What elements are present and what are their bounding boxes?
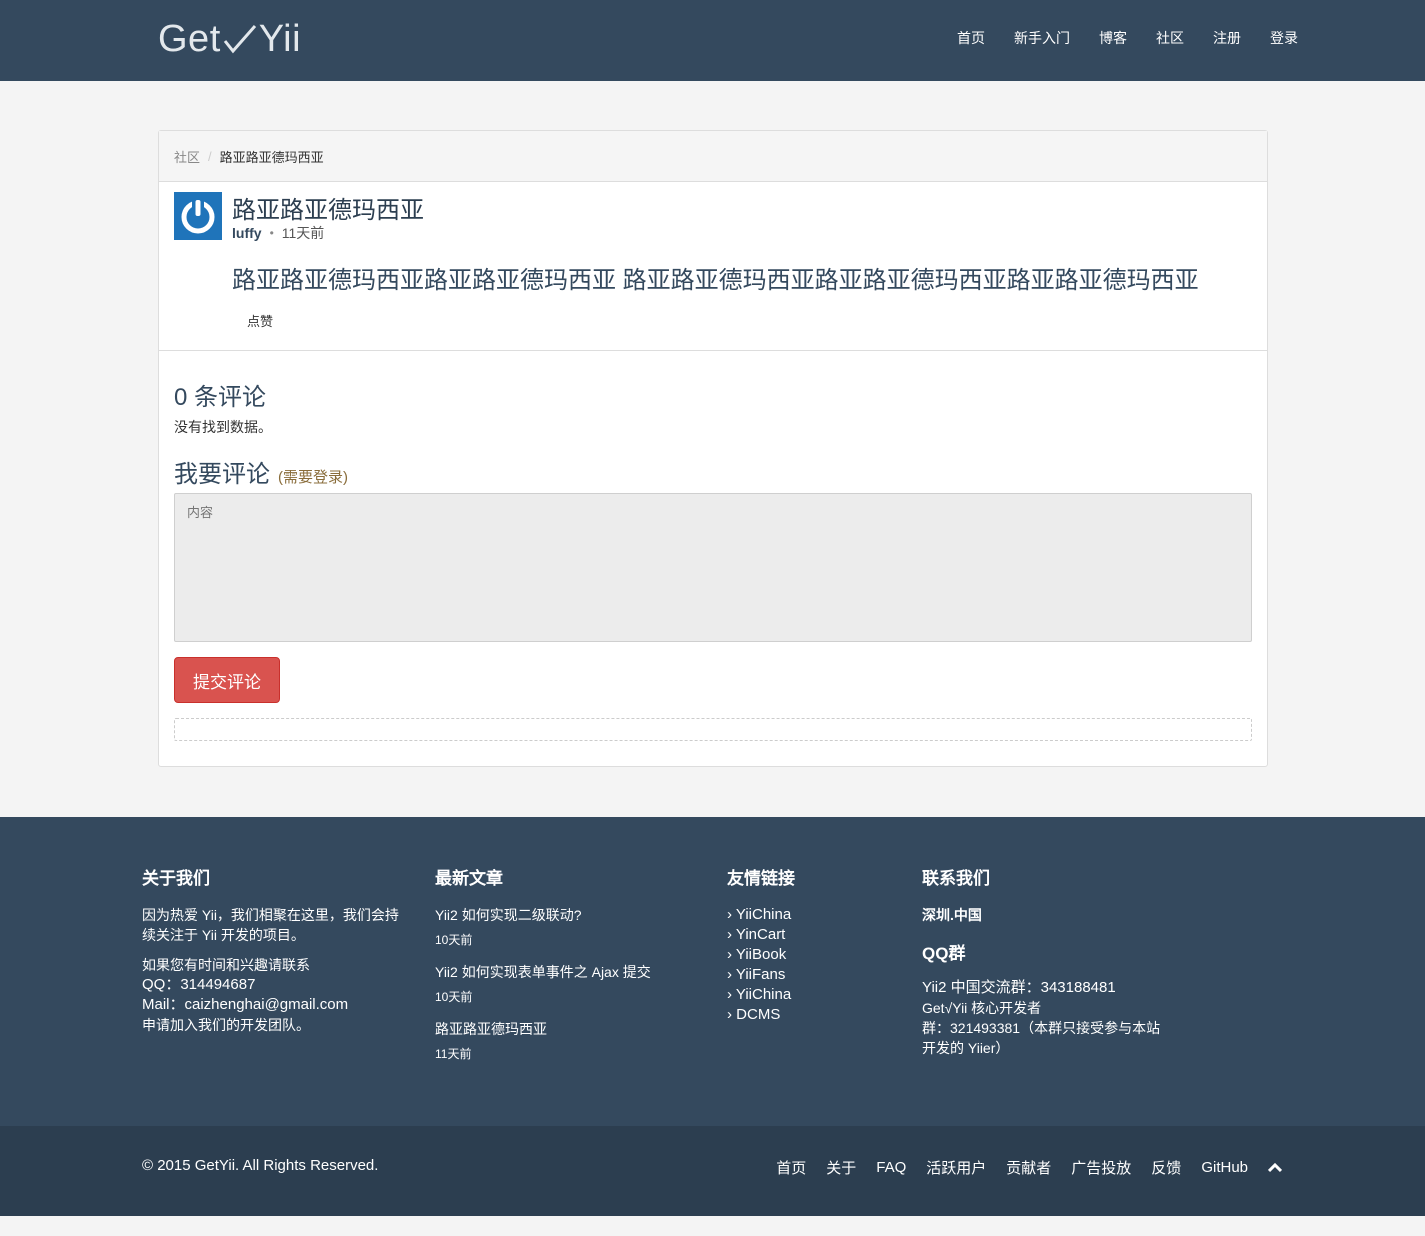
bottom-nav-about[interactable]: 关于 xyxy=(826,1157,856,1178)
footer-contact-title: 联系我们 xyxy=(922,869,990,888)
footer-city: 深圳.中国 xyxy=(922,907,982,923)
navbar: Get Yii 首页 新手入门 博客 社区 注册 登录 xyxy=(0,0,1425,81)
topic-body: 路亚路亚德玛西亚路亚路亚德玛西亚 路亚路亚德玛西亚路亚路亚德玛西亚路亚路亚德玛西… xyxy=(232,267,1199,294)
brand-text-left: Get xyxy=(158,17,221,60)
topic-post: 路亚路亚德玛西亚 luffy • 11天前 路亚路亚德玛西亚路亚路亚德玛西亚 路… xyxy=(159,182,1267,351)
bottom-nav-faq[interactable]: FAQ xyxy=(876,1159,906,1176)
footer-about-title: 关于我们 xyxy=(142,869,210,888)
latest-article: Yii2 如何实现表单事件之 Ajax 提交 10天前 xyxy=(435,962,715,1005)
footer-latest-title: 最新文章 xyxy=(435,869,503,888)
meta-dot: • xyxy=(269,226,274,240)
footer-latest: 最新文章 Yii2 如何实现二级联动? 10天前 Yii2 如何实现表单事件之 … xyxy=(435,864,715,1076)
footer: 关于我们 因为热爱 Yii，我们相聚在这里，我们会持续关注于 Yii 开发的项目… xyxy=(0,817,1425,1126)
friend-link[interactable]: › YinCart xyxy=(727,925,907,945)
nav-login[interactable]: 登录 xyxy=(1270,28,1298,48)
comments-count: 0 条评论 xyxy=(174,384,267,411)
bottom-nav-contributors[interactable]: 贡献者 xyxy=(1006,1157,1051,1178)
footer-contact-line: 如果您有时间和兴趣请联系 xyxy=(142,957,310,973)
footer-qq-title: QQ群 xyxy=(922,944,966,963)
chevron-up-icon[interactable] xyxy=(1268,1162,1282,1173)
login-hint-link[interactable]: (需要登录) xyxy=(278,466,348,487)
bottom-nav: 首页 关于 FAQ 活跃用户 贡献者 广告投放 反馈 GitHub xyxy=(756,1157,1282,1178)
nav-blog[interactable]: 博客 xyxy=(1099,28,1127,48)
copyright: © 2015 GetYii. All Rights Reserved. xyxy=(142,1157,379,1174)
nav-community[interactable]: 社区 xyxy=(1156,28,1184,48)
write-comment-title: 我要评论 (需要登录) xyxy=(174,454,348,489)
footer-contact: 联系我们 深圳.中国 QQ群 Yii2 中国交流群：343188481 Get√… xyxy=(922,864,1192,1058)
footer-join: 申请加入我们的开发团队。 xyxy=(142,1017,310,1033)
breadcrumb-separator: / xyxy=(208,148,212,164)
topic-panel: 社区 / 路亚路亚德玛西亚 路亚路亚德玛西亚 luffy • 11天前 路亚路亚… xyxy=(158,130,1268,767)
footer-qq: QQ：314494687 xyxy=(142,976,256,993)
bottom-nav-ads[interactable]: 广告投放 xyxy=(1071,1157,1131,1178)
bottom-nav-feedback[interactable]: 反馈 xyxy=(1151,1157,1181,1178)
nav-home[interactable]: 首页 xyxy=(957,28,985,48)
breadcrumb-community[interactable]: 社区 xyxy=(174,147,200,166)
footer-mail: Mail：caizhenghai@gmail.com xyxy=(142,996,349,1013)
latest-article-link[interactable]: Yii2 如何实现二级联动? xyxy=(435,905,715,925)
post-time: 11天前 xyxy=(281,225,325,241)
friend-link[interactable]: › YiiBook xyxy=(727,945,907,965)
topic-meta: luffy • 11天前 xyxy=(232,223,324,243)
footer-about-text: 因为热爱 Yii，我们相聚在这里，我们会持续关注于 Yii 开发的项目。 xyxy=(142,907,399,943)
brand-text-right: Yii xyxy=(258,17,302,60)
nav-getting-started[interactable]: 新手入门 xyxy=(1014,28,1070,48)
main-nav: 首页 新手入门 博客 社区 注册 登录 xyxy=(928,28,1298,48)
bottom-bar: © 2015 GetYii. All Rights Reserved. 首页 关… xyxy=(0,1126,1425,1216)
author-link[interactable]: luffy xyxy=(232,225,262,241)
power-icon xyxy=(181,198,215,234)
brand-logo[interactable]: Get Yii xyxy=(158,16,301,62)
latest-article-time: 10天前 xyxy=(435,933,473,947)
comment-preview xyxy=(174,718,1252,741)
checkmark-icon xyxy=(223,24,257,54)
latest-article-time: 10天前 xyxy=(435,990,473,1004)
breadcrumb-current: 路亚路亚德玛西亚 xyxy=(219,149,324,165)
latest-article-link[interactable]: 路亚路亚德玛西亚 xyxy=(435,1019,715,1039)
comments-empty: 没有找到数据。 xyxy=(174,419,272,435)
friend-link[interactable]: › DCMS xyxy=(727,1005,907,1025)
latest-article: 路亚路亚德玛西亚 11天前 xyxy=(435,1019,715,1062)
footer-links: 友情链接 › YiiChina › YinCart › YiiBook › Yi… xyxy=(727,864,907,1025)
latest-article-link[interactable]: Yii2 如何实现表单事件之 Ajax 提交 xyxy=(435,962,715,982)
bottom-nav-github[interactable]: GitHub xyxy=(1201,1159,1248,1176)
bottom-nav-home[interactable]: 首页 xyxy=(776,1157,806,1178)
avatar[interactable] xyxy=(174,192,222,240)
footer-about: 关于我们 因为热爱 Yii，我们相聚在这里，我们会持续关注于 Yii 开发的项目… xyxy=(142,864,412,1035)
like-button[interactable]: 点赞 xyxy=(247,311,273,330)
footer-qq-group: Yii2 中国交流群：343188481 xyxy=(922,979,1116,996)
footer-core-group: 群：321493381（本群只接受参与本站 xyxy=(922,1020,1161,1036)
friend-link[interactable]: › YiiChina xyxy=(727,985,907,1005)
topic-title: 路亚路亚德玛西亚 xyxy=(232,197,424,224)
write-comment-label: 我要评论 xyxy=(174,461,270,488)
bottom-nav-active-users[interactable]: 活跃用户 xyxy=(926,1157,986,1178)
breadcrumb: 社区 / 路亚路亚德玛西亚 xyxy=(159,131,1267,182)
comment-input[interactable] xyxy=(174,493,1252,642)
footer-core-dev: Get√Yii 核心开发者 xyxy=(922,1000,1042,1016)
submit-comment-button[interactable]: 提交评论 xyxy=(174,657,280,703)
footer-core-group-note: 开发的 Yiier） xyxy=(922,1040,1010,1056)
nav-register[interactable]: 注册 xyxy=(1213,28,1241,48)
footer-links-title: 友情链接 xyxy=(727,869,795,888)
friend-link[interactable]: › YiiChina xyxy=(727,905,907,925)
latest-article-time: 11天前 xyxy=(435,1047,472,1061)
latest-article: Yii2 如何实现二级联动? 10天前 xyxy=(435,905,715,948)
friend-link[interactable]: › YiiFans xyxy=(727,965,907,985)
